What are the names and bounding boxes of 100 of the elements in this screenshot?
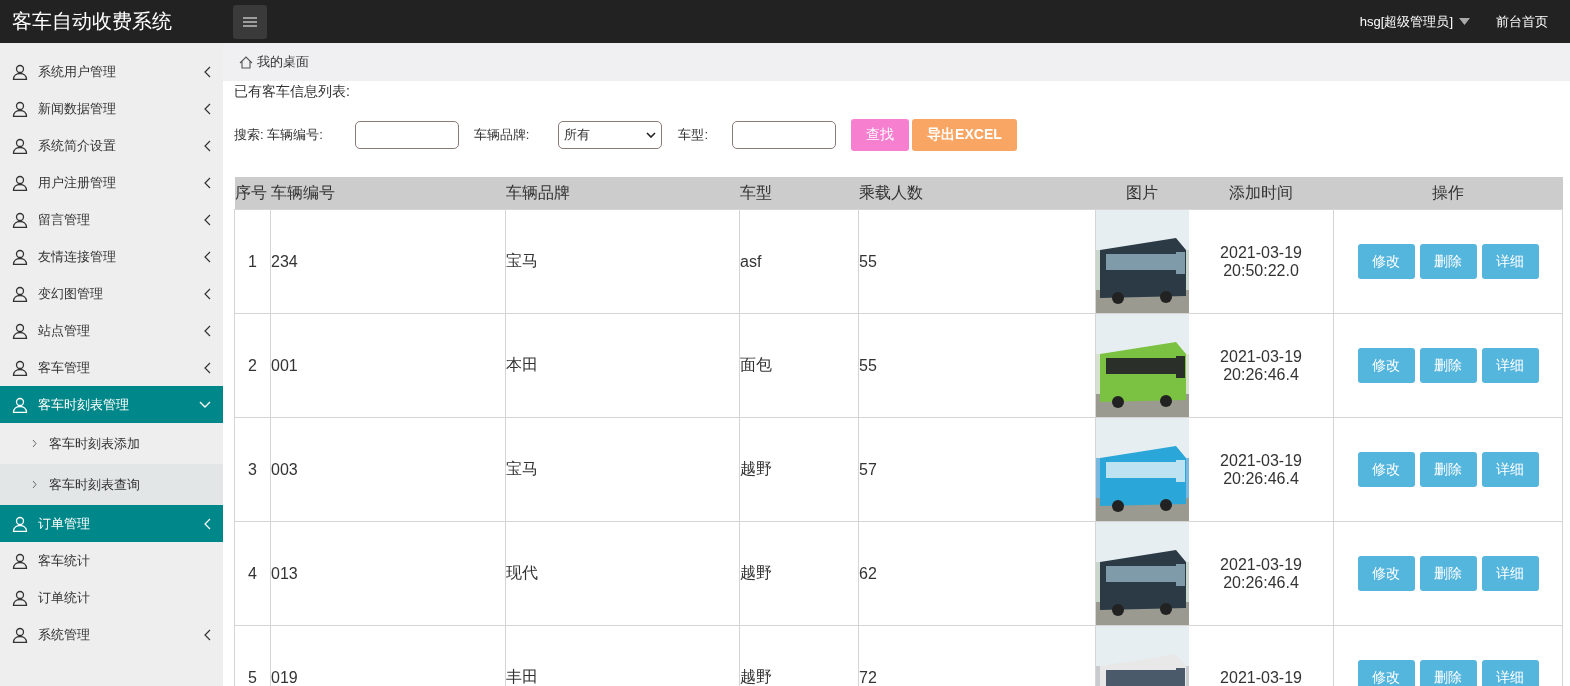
delete-button[interactable]: 删除: [1419, 556, 1477, 591]
user-icon: [12, 322, 28, 339]
table-cell: 2021-03-19 20:26:46.4: [1220, 347, 1302, 383]
table-cell: 5: [248, 668, 257, 686]
table-cell: 55: [859, 356, 877, 374]
delete-button[interactable]: 删除: [1419, 348, 1477, 383]
edit-button[interactable]: 修改: [1357, 660, 1415, 686]
table-cell: 本田: [506, 356, 538, 373]
sidebar-item[interactable]: 站点管理: [0, 312, 223, 349]
sidebar-item[interactable]: 客车时刻表管理: [0, 386, 223, 423]
user-icon: [12, 515, 28, 532]
chevron-left-icon: [204, 65, 211, 78]
chevron-left-icon: [204, 628, 211, 641]
sidebar-item[interactable]: 客车管理: [0, 349, 223, 386]
search-button[interactable]: 查找: [851, 119, 910, 151]
table-cell: 面包: [740, 356, 772, 373]
menu-button[interactable]: [233, 4, 267, 39]
chevron-left-icon: [204, 250, 211, 263]
list-title: 已有客车信息列表:: [234, 83, 351, 99]
table-cell: 001: [271, 356, 298, 374]
table-cell: 4: [248, 564, 257, 582]
table-cell: 2021-03-19: [1220, 668, 1302, 686]
table-cell: asf: [740, 252, 762, 270]
detail-button[interactable]: 详细: [1481, 244, 1539, 279]
edit-button[interactable]: 修改: [1357, 452, 1415, 487]
chevron-left-icon: [204, 517, 211, 530]
table-cell: 越野: [740, 668, 772, 685]
user-icon: [12, 211, 28, 228]
sidebar-item[interactable]: 客车统计: [0, 542, 223, 579]
sidebar-item[interactable]: 订单管理: [0, 505, 223, 542]
sidebar-item[interactable]: 订单统计: [0, 579, 223, 616]
detail-button[interactable]: 详细: [1481, 452, 1539, 487]
table-cell: 宝马: [506, 252, 538, 269]
table-cell: 丰田: [506, 668, 538, 685]
chevron-right-icon: [32, 480, 37, 489]
table-cell: 2021-03-19 20:26:46.4: [1220, 451, 1302, 487]
table-cell: 2021-03-19 20:26:46.4: [1220, 555, 1302, 591]
user-icon: [12, 63, 28, 80]
brand-dropdown[interactable]: 所有: [558, 121, 663, 149]
table-cell: 234: [271, 252, 298, 270]
table-cell: 55: [859, 252, 877, 270]
table-cell: 现代: [506, 564, 538, 581]
brand-label: 车辆品牌:: [473, 126, 530, 144]
sidebar-item[interactable]: 变幻图管理: [0, 275, 223, 312]
caret-icon: [1459, 18, 1470, 25]
sidebar-item[interactable]: 系统管理: [0, 616, 223, 653]
menu-icon: [243, 16, 257, 27]
chevron-left-icon: [204, 287, 211, 300]
column-header: 车型: [739, 183, 772, 201]
chevron-down-icon: [646, 132, 657, 138]
sidebar-item[interactable]: 友情连接管理: [0, 238, 223, 275]
type-label: 车型:: [678, 126, 709, 144]
user-icon: [12, 626, 28, 643]
detail-button[interactable]: 详细: [1481, 660, 1539, 686]
table-cell: 003: [271, 460, 298, 478]
sidebar-item[interactable]: 系统简介设置: [0, 127, 223, 164]
sidebar-item[interactable]: 新闻数据管理: [0, 90, 223, 127]
user-icon: [12, 589, 28, 606]
edit-button[interactable]: 修改: [1357, 348, 1415, 383]
user-icon: [12, 174, 28, 191]
chevron-left-icon: [204, 139, 211, 152]
detail-button[interactable]: 详细: [1481, 348, 1539, 383]
sidebar-item[interactable]: 系统用户管理: [0, 53, 223, 90]
column-header: 图片: [1126, 183, 1158, 201]
table-cell: 72: [859, 668, 877, 686]
table-cell: 1: [248, 252, 257, 270]
home-icon: [239, 55, 253, 69]
sidebar-item[interactable]: 用户注册管理: [0, 164, 223, 201]
sidebar-item[interactable]: 留言管理: [0, 201, 223, 238]
column-header: 乘载人数: [858, 183, 923, 201]
user-icon: [12, 552, 28, 569]
column-header: 添加时间: [1229, 183, 1293, 201]
table-cell: 越野: [740, 460, 772, 477]
input-field[interactable]: [354, 121, 459, 149]
user-icon: [12, 285, 28, 302]
home-link[interactable]: 前台首页: [1496, 12, 1548, 31]
detail-button[interactable]: 详细: [1481, 556, 1539, 591]
table-cell: 62: [859, 564, 877, 582]
chevron-left-icon: [204, 361, 211, 374]
user-icon: [12, 396, 28, 413]
user-icon: [12, 100, 28, 117]
table-cell: 57: [859, 460, 877, 478]
chevron-right-icon: [32, 439, 37, 448]
table-cell: 宝马: [506, 460, 538, 477]
user-icon: [12, 137, 28, 154]
edit-button[interactable]: 修改: [1357, 244, 1415, 279]
column-header: 操作: [1432, 183, 1464, 201]
chevron-down-icon: [199, 400, 211, 409]
breadcrumb[interactable]: 我的桌面: [257, 53, 309, 71]
delete-button[interactable]: 删除: [1419, 452, 1477, 487]
table-cell: 2021-03-19 20:50:22.0: [1220, 243, 1302, 279]
input-field[interactable]: [732, 121, 837, 149]
user-icon: [12, 248, 28, 265]
chevron-left-icon: [204, 102, 211, 115]
delete-button[interactable]: 删除: [1419, 660, 1477, 686]
sidebar-subitem[interactable]: 客车时刻表查询: [0, 464, 223, 505]
delete-button[interactable]: 删除: [1419, 244, 1477, 279]
edit-button[interactable]: 修改: [1357, 556, 1415, 591]
user-menu[interactable]: hsg[超级管理员]: [1359, 12, 1470, 31]
table-cell: 019: [271, 668, 298, 686]
